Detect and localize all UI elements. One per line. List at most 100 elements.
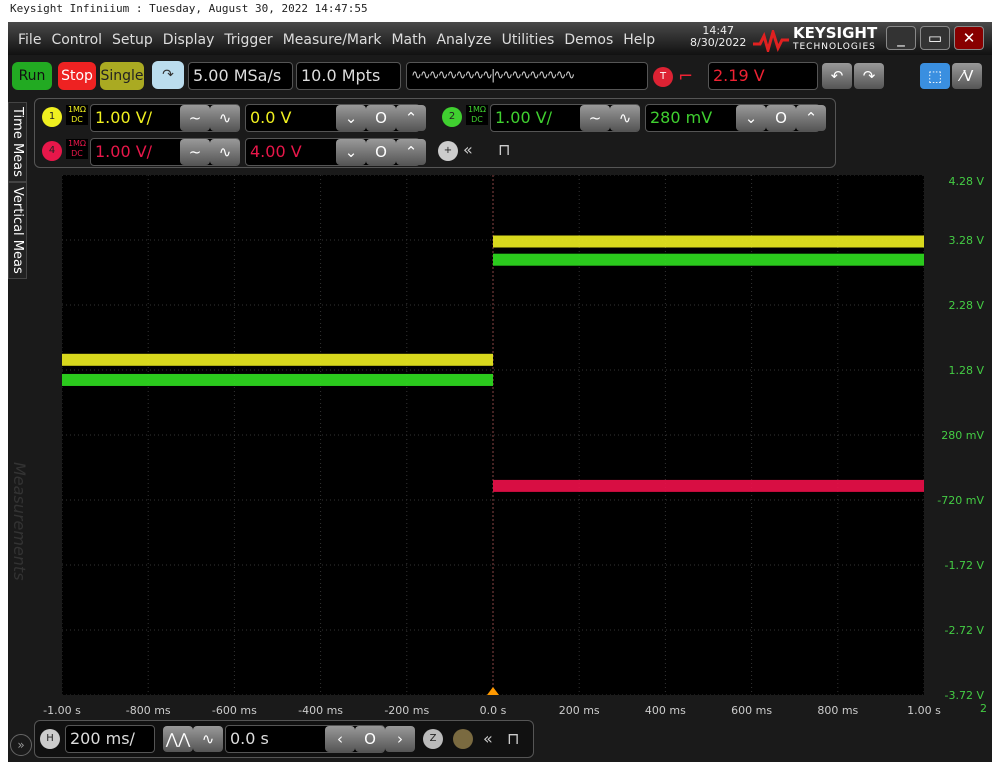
menu-utilities[interactable]: Utilities <box>502 32 555 48</box>
y-axis-label: 4.28 V <box>948 175 984 188</box>
menu-bar: File Control Setup Display Trigger Measure/Ma… <box>8 22 992 55</box>
channel-2-coupling[interactable]: 1MΩ DC <box>466 105 488 125</box>
measurements-watermark: Measurements <box>10 462 29 581</box>
ch1-trace-before <box>62 353 493 366</box>
tab-vertical-meas[interactable]: Vertical Meas <box>8 181 27 279</box>
ch2-trace-after <box>493 253 924 266</box>
x-axis-label: -600 ms <box>211 704 257 717</box>
collapse-icon[interactable]: « <box>483 729 493 748</box>
menu-measure-mark[interactable]: Measure/Mark <box>283 32 382 48</box>
menu-math[interactable]: Math <box>391 32 426 48</box>
single-button[interactable]: Single <box>100 62 144 90</box>
channel-4-coupling[interactable]: 1MΩ DC <box>66 139 88 159</box>
trigger-position-marker <box>487 687 499 695</box>
draw-icon[interactable]: ⁄V <box>952 63 982 89</box>
zero-button[interactable]: O <box>355 726 385 752</box>
menu-demos[interactable]: Demos <box>564 32 613 48</box>
maximize-button[interactable]: ▭ <box>920 26 950 50</box>
y-axis-label: -720 mV <box>937 494 984 507</box>
zero-button[interactable]: O <box>366 105 396 131</box>
collapse-icon[interactable]: « <box>463 140 473 159</box>
tab-time-meas[interactable]: Time Meas <box>8 102 27 182</box>
fine-icon[interactable]: ∿ <box>210 139 240 165</box>
x-axis-label: 200 ms <box>558 704 600 717</box>
zoom-icon[interactable]: Z <box>423 729 443 749</box>
x-axis-label: 600 ms <box>731 704 773 717</box>
impedance: 1MΩ <box>67 105 87 114</box>
grid-icon[interactable] <box>453 729 473 749</box>
trigger-level-field[interactable]: 2.19 V <box>708 62 818 90</box>
minimize-button[interactable]: _ <box>886 26 916 50</box>
menu-setup[interactable]: Setup <box>112 32 153 48</box>
y-axis-label: 280 mV <box>941 429 984 442</box>
pin-icon[interactable]: ⊓ <box>507 729 519 748</box>
menu-display[interactable]: Display <box>163 32 215 48</box>
waveform-overview[interactable]: ∿∿∿∿∿∿∿∿∿|∿∿∿∿∿∿∿∿∿ <box>406 62 648 90</box>
up-button[interactable]: ⌃ <box>396 139 426 165</box>
stop-button[interactable]: Stop <box>58 62 96 90</box>
side-tabs: Time Meas Vertical Meas <box>8 102 30 279</box>
up-button[interactable]: ⌃ <box>396 105 426 131</box>
add-channel-icon[interactable]: + <box>438 141 458 161</box>
zoom-select-icon[interactable]: ⬚ <box>920 63 950 89</box>
menu-control[interactable]: Control <box>51 32 102 48</box>
y-axis-label: -3.72 V <box>944 689 984 702</box>
impedance: 1MΩ <box>67 139 87 148</box>
menu-trigger[interactable]: Trigger <box>224 32 272 48</box>
down-button[interactable]: ⌄ <box>336 105 366 131</box>
impedance: 1MΩ <box>467 105 487 114</box>
fine-icon[interactable]: ∿ <box>610 105 640 131</box>
coarse-icon[interactable]: ~ <box>180 139 210 165</box>
pin-icon[interactable]: ⊓ <box>498 140 510 159</box>
coupling-dc: DC <box>71 149 83 158</box>
x-axis-label: 1.00 s <box>907 704 941 717</box>
horizontal-panel: H 200 ms/ ⋀⋀ ∿ 0.0 s ‹ O › Z « ⊓ <box>34 720 534 758</box>
coarse-icon[interactable]: ~ <box>180 105 210 131</box>
scope-app: File Control Setup Display Trigger Measure/Ma… <box>8 22 992 762</box>
y-axis-label: -2.72 V <box>944 624 984 637</box>
fine-icon[interactable]: ∿ <box>210 105 240 131</box>
logo-sub: TECHNOLOGIES <box>793 42 876 52</box>
x-axis-label: 400 ms <box>644 704 686 717</box>
channel-1-coupling[interactable]: 1MΩ DC <box>66 105 88 125</box>
x-axis-label: -400 ms <box>298 704 344 717</box>
channel-4-button[interactable]: 4 <box>42 141 62 161</box>
time-scale-field[interactable]: 200 ms/ <box>65 725 155 753</box>
sample-rate-field[interactable]: 5.00 MSa/s <box>188 62 293 90</box>
menu-analyze[interactable]: Analyze <box>436 32 491 48</box>
y-axis-label: -1.72 V <box>944 559 984 572</box>
down-button[interactable]: ⌄ <box>336 139 366 165</box>
waveform-display[interactable] <box>62 175 924 695</box>
zero-button[interactable]: O <box>766 105 796 131</box>
x-axis-channel: 2 <box>980 702 987 715</box>
y-axis-label: 2.28 V <box>948 299 984 312</box>
memory-depth-field[interactable]: 10.0 Mpts <box>296 62 401 90</box>
trigger-icon[interactable]: T <box>653 67 673 87</box>
undo-button[interactable]: ↶ <box>822 63 852 89</box>
expand-icon[interactable]: » <box>10 734 32 756</box>
keysight-wave-icon <box>753 30 789 52</box>
down-button[interactable]: ⌄ <box>736 105 766 131</box>
rising-edge-icon: ⌐ <box>678 66 694 87</box>
run-button[interactable]: Run <box>12 62 52 90</box>
ch1-trace-after <box>493 235 924 248</box>
channel-2-button[interactable]: 2 <box>442 107 462 127</box>
y-axis-label: 3.28 V <box>948 234 984 247</box>
menu-file[interactable]: File <box>18 32 41 48</box>
horizontal-icon: H <box>40 729 60 749</box>
fine-icon[interactable]: ∿ <box>193 726 223 752</box>
left-button[interactable]: ‹ <box>325 726 355 752</box>
coupling-dc: DC <box>471 115 483 124</box>
coarse-icon[interactable]: ⋀⋀ <box>163 726 193 752</box>
y-axis-label: 1.28 V <box>948 364 984 377</box>
right-button[interactable]: › <box>385 726 415 752</box>
close-button[interactable]: ✕ <box>954 26 984 50</box>
redo-button[interactable]: ↷ <box>854 63 884 89</box>
up-button[interactable]: ⌃ <box>796 105 826 131</box>
channel-1-button[interactable]: 1 <box>42 107 62 127</box>
coarse-icon[interactable]: ~ <box>580 105 610 131</box>
clock: 14:47 8/30/2022 <box>690 25 746 49</box>
menu-help[interactable]: Help <box>623 32 655 48</box>
zero-button[interactable]: O <box>366 139 396 165</box>
autoscale-icon[interactable]: ↷ <box>152 61 184 89</box>
